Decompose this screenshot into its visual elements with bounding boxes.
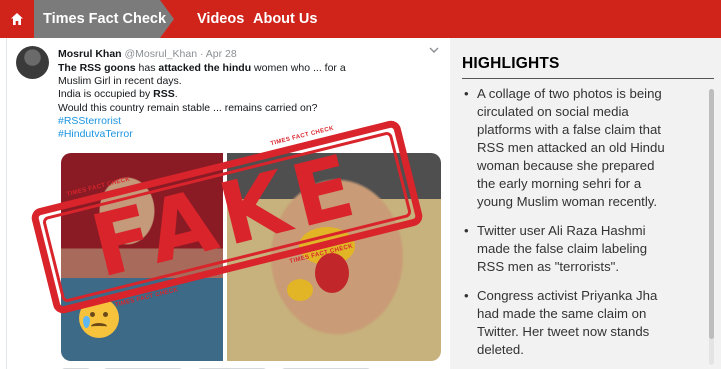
highlight-item: • A collage of two photos is being circu… [464, 85, 707, 211]
tweet-author-name: Mosrul Khan [58, 48, 122, 60]
highlights-title: HIGHLIGHTS [462, 55, 560, 72]
highlight-line: woman because she prepared [477, 158, 655, 173]
highlight-line: young Muslim woman recently. [477, 194, 658, 209]
collage-divider [223, 153, 227, 361]
bullet: • [464, 223, 469, 238]
tweet-text-fragment: India is occupied by [58, 88, 154, 101]
highlight-line: made the false claim labeling [477, 241, 648, 256]
highlight-line: Twitter. Her tweet now stands [477, 324, 650, 339]
tweet-line-3: India is occupied by RSS. [58, 88, 423, 101]
highlight-line: RSS men attacked an old Hindu [477, 140, 665, 155]
crying-emoji-icon [79, 298, 119, 338]
highlight-line: the early morning sehri for a [477, 176, 642, 191]
home-icon [11, 13, 23, 25]
tweet-text-fragment: women who ... for a [251, 62, 346, 74]
avatar [16, 46, 49, 79]
collage-photo-right [227, 153, 441, 361]
tweet-bold-text: attacked the hindu [158, 62, 252, 74]
highlight-line: Twitter user Ali Raza Hashmi [477, 223, 646, 238]
highlight-line: Congress activist Priyanka Jha [477, 288, 658, 303]
section-tab-label: Times Fact Check [43, 11, 167, 27]
hashtag-link[interactable]: #HindutvaTerror [58, 128, 423, 141]
highlight-line: circulated on social media [477, 104, 629, 119]
nav-link-videos[interactable]: Videos [197, 11, 244, 27]
highlight-line: platforms with a false claim that [477, 122, 661, 137]
tweet-bold-text: The RSS goons [58, 62, 136, 74]
highlight-item: • Congress activist Priyanka Jha had mad… [464, 287, 707, 359]
top-nav-bar: Times Fact Check Videos About Us [0, 0, 721, 38]
highlight-item: • Twitter user Ali Raza Hashmi made the … [464, 222, 707, 276]
tweet-date: · Apr 28 [199, 48, 237, 60]
face-stain [287, 279, 313, 301]
bullet: • [464, 288, 469, 303]
highlights-list: • A collage of two photos is being circu… [464, 85, 707, 369]
tweet-text: The RSS goons has attacked the hindu wom… [58, 62, 423, 141]
highlights-divider [462, 78, 714, 79]
highlight-line: A collage of two photos is being [477, 86, 662, 101]
tweet-author-handle: @Mosrul_Khan [124, 48, 198, 60]
bullet: • [464, 86, 469, 101]
tweet-photo-collage [61, 153, 441, 361]
tweet-text-fragment: has [135, 62, 159, 74]
nav-link-about-us[interactable]: About Us [253, 11, 317, 27]
highlight-line: RSS men as "terrorists". [477, 259, 620, 274]
tweet-bold-text: RSS [153, 88, 175, 101]
tweet-header: Mosrul Khan @Mosrul_Khan · Apr 28 [58, 48, 237, 60]
tweet-line-4: Would this country remain stable ... rem… [58, 101, 318, 114]
highlight-line: had made the same claim on [477, 306, 647, 321]
face-stain [315, 253, 349, 293]
tweet-line-1: The RSS goons has attacked the hindu wom… [58, 62, 423, 75]
chevron-down-icon [429, 47, 439, 53]
tweet-screenshot: Mosrul Khan @Mosrul_Khan · Apr 28 The RS… [6, 38, 444, 369]
highlights-panel: HIGHLIGHTS • A collage of two photos is … [450, 38, 721, 369]
hashtag-link[interactable]: #RSSterrorist [58, 115, 423, 128]
tweet-line-2: Muslim Girl in recent days. [58, 75, 182, 88]
home-button[interactable] [0, 0, 34, 38]
highlight-line: deleted. [477, 342, 524, 357]
tweet-text-fragment: . [174, 88, 178, 101]
section-tab-times-fact-check[interactable]: Times Fact Check [34, 0, 174, 38]
highlights-scrollbar-thumb[interactable] [709, 89, 714, 339]
